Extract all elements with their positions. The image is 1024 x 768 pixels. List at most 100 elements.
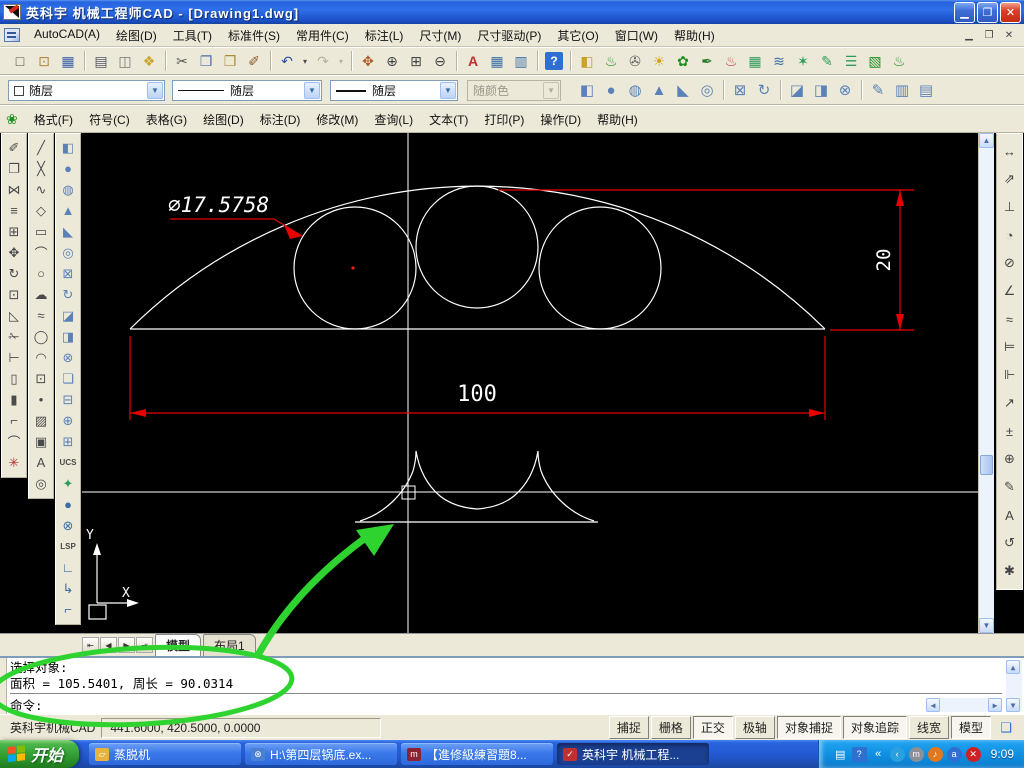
dim-quick-icon[interactable]: ≈ <box>999 305 1021 333</box>
menu2-inquiry[interactable]: 查询(L) <box>366 108 421 131</box>
menu2-table[interactable]: 表格(G) <box>138 108 195 131</box>
tab-last-button[interactable]: ⇥ <box>136 637 153 653</box>
canvas-vertical-scrollbar[interactable]: ▲ ▼ <box>978 133 994 633</box>
toggle-osnap[interactable]: 对象捕捉 <box>776 716 841 739</box>
zoom-realtime-icon[interactable]: ⊕ <box>380 50 404 72</box>
linetype-combo[interactable]: 随层 ▼ <box>172 80 322 101</box>
menu2-print[interactable]: 打印(P) <box>476 108 532 131</box>
scroll-thumb[interactable] <box>980 455 993 475</box>
help-icon[interactable]: ? <box>545 52 563 70</box>
dim-angular-icon[interactable]: ∠ <box>999 277 1021 305</box>
toggle-model[interactable]: 模型 <box>950 716 991 739</box>
solid-interfere-icon[interactable]: ⊗ <box>833 79 857 101</box>
explode-icon[interactable]: ✳ <box>3 452 25 473</box>
sphere-wire-icon[interactable]: ⊗ <box>57 515 79 536</box>
toggle-grid[interactable]: 栅格 <box>650 716 691 739</box>
menu-autocad[interactable]: AutoCAD(A) <box>26 24 108 47</box>
print-preview-icon[interactable]: ◫ <box>113 50 137 72</box>
array-3d-icon[interactable]: ⊞ <box>57 431 79 452</box>
landscape-edit-icon[interactable]: ✎ <box>815 50 839 72</box>
revcloud-icon[interactable]: ☁ <box>30 284 52 305</box>
tab-layout1[interactable]: 布局1 <box>203 633 256 657</box>
solid-cylinder-icon[interactable]: ◍ <box>623 79 647 101</box>
toggle-snap[interactable]: 捕捉 <box>608 716 649 739</box>
plot-status-icon[interactable]: ❏ <box>996 720 1016 736</box>
tab-prev-button[interactable]: ◀ <box>100 637 117 653</box>
torus-3d-icon[interactable]: ◎ <box>57 242 79 263</box>
drawing-file-icon[interactable] <box>4 28 20 42</box>
donut-icon[interactable]: ◎ <box>30 473 52 494</box>
trim-icon[interactable]: ✁ <box>3 326 25 347</box>
sphere-shade-icon[interactable]: ● <box>57 494 79 515</box>
menu-dimension[interactable]: 尺寸(M) <box>411 24 469 47</box>
box-3d-icon[interactable]: ◧ <box>57 137 79 158</box>
circle-icon[interactable]: ○ <box>30 263 52 284</box>
cylinder-3d-icon[interactable]: ◍ <box>57 179 79 200</box>
rectangle-icon[interactable]: ▭ <box>30 221 52 242</box>
slice-icon[interactable]: ◪ <box>57 305 79 326</box>
arc-icon[interactable]: ⌒ <box>30 242 52 263</box>
mdi-restore-button[interactable]: ❐ <box>982 30 996 41</box>
line-icon[interactable]: ╱ <box>30 137 52 158</box>
zoom-previous-icon[interactable]: ⊖ <box>428 50 452 72</box>
solid-extrude-icon[interactable]: ⊠ <box>728 79 752 101</box>
sphere-3d-icon[interactable]: ● <box>57 158 79 179</box>
union-icon[interactable]: ❏ <box>57 368 79 389</box>
drawing-workspace[interactable]: ✐ ❐ ⋈ ≡ ⊞ ✥ ↻ ⊡ ◺ ✁ ⊢ ▯ ▮ ⌐ ⌒ ✳ ╱ ╳ ∿ ◇ ▭ ⌒ ○ ☁ ≈ ◯ ◠ ⊡ • ▨ ▣ A ◎ ◧ ● ◍ ▲ ◣… <box>0 133 1024 633</box>
dim-leader-icon[interactable]: ↗ <box>999 389 1021 417</box>
menu2-dim[interactable]: 标注(D) <box>252 108 309 131</box>
offset-icon[interactable]: ≡ <box>3 200 25 221</box>
task-button-1[interactable]: ▱ 蒸脱机 <box>89 743 242 765</box>
extrude-icon[interactable]: ⊠ <box>57 263 79 284</box>
dim-diameter-icon[interactable]: ⊘ <box>999 249 1021 277</box>
ucs-world-icon[interactable]: ∟ <box>57 557 79 578</box>
tray-hidden-icons-button[interactable]: « <box>871 747 886 762</box>
dim-linear-icon[interactable]: ↔ <box>999 137 1021 165</box>
dim-aligned-icon[interactable]: ⇗ <box>999 165 1021 193</box>
chevron-down-icon[interactable]: ▼ <box>147 82 163 99</box>
render-fog-icon[interactable]: ≋ <box>767 50 791 72</box>
menu-others[interactable]: 其它(O) <box>549 24 606 47</box>
copy-object-icon[interactable]: ❐ <box>3 158 25 179</box>
toggle-ortho[interactable]: 正交 <box>692 716 733 739</box>
mdi-minimize-button[interactable]: ▁ <box>962 30 976 41</box>
ellipse-icon[interactable]: ◯ <box>30 326 52 347</box>
stretch-icon[interactable]: ◺ <box>3 305 25 326</box>
solid-slice-icon[interactable]: ◪ <box>785 79 809 101</box>
dim-radius-icon[interactable]: ◔ <box>999 221 1021 249</box>
dim-continue-icon[interactable]: ⊩ <box>999 361 1021 389</box>
render-background-icon[interactable]: ▦ <box>743 50 767 72</box>
task-button-2[interactable]: ⊗ H:\第四层锅底.ex... <box>245 743 398 765</box>
pan-icon[interactable]: ✥ <box>356 50 380 72</box>
taskbar-clock[interactable]: 9:09 <box>991 747 1014 761</box>
layer-manager-icon[interactable]: ▦ <box>485 50 509 72</box>
render-teapot-icon[interactable]: ♨ <box>599 50 623 72</box>
close-button[interactable]: ✕ <box>1000 1 1021 23</box>
wedge-3d-icon[interactable]: ◣ <box>57 221 79 242</box>
toggle-otrack[interactable]: 对象追踪 <box>842 716 907 739</box>
menu2-format[interactable]: 格式(F) <box>26 108 81 131</box>
command-panel-grip[interactable] <box>0 658 7 714</box>
cut-icon[interactable]: ✂ <box>170 50 194 72</box>
insert-block-icon[interactable]: ⊡ <box>30 368 52 389</box>
dart-icon[interactable]: ✦ <box>57 473 79 494</box>
menu2-text[interactable]: 文本(T) <box>421 108 476 131</box>
menu2-draw[interactable]: 绘图(D) <box>195 108 252 131</box>
menu-annotate[interactable]: 标注(L) <box>357 24 412 47</box>
ucs-object-icon[interactable]: ⌐ <box>57 599 79 620</box>
point-icon[interactable]: • <box>30 389 52 410</box>
paste-icon[interactable]: ❒ <box>218 50 242 72</box>
scale-icon[interactable]: ⊡ <box>3 284 25 305</box>
command-line-panel[interactable]: 选择对象: 面积 = 105.5401, 周长 = 90.0314 命令: ▲ … <box>0 656 1024 714</box>
setup-profile-icon[interactable]: ▤ <box>914 79 938 101</box>
chevron-down-icon[interactable]: ▼ <box>304 82 320 99</box>
scroll-up-button[interactable]: ▲ <box>979 133 994 148</box>
render-script-icon[interactable]: ✒ <box>695 50 719 72</box>
render-light-icon[interactable]: ☀ <box>647 50 671 72</box>
lsp-icon[interactable]: LSP <box>57 536 79 557</box>
dim-text-edit-icon[interactable]: A <box>999 501 1021 529</box>
render-material-icon[interactable]: ✿ <box>671 50 695 72</box>
render-box-icon[interactable]: ◧ <box>575 50 599 72</box>
menu-draw[interactable]: 绘图(D) <box>108 24 165 47</box>
restore-button[interactable]: ❐ <box>977 1 998 23</box>
